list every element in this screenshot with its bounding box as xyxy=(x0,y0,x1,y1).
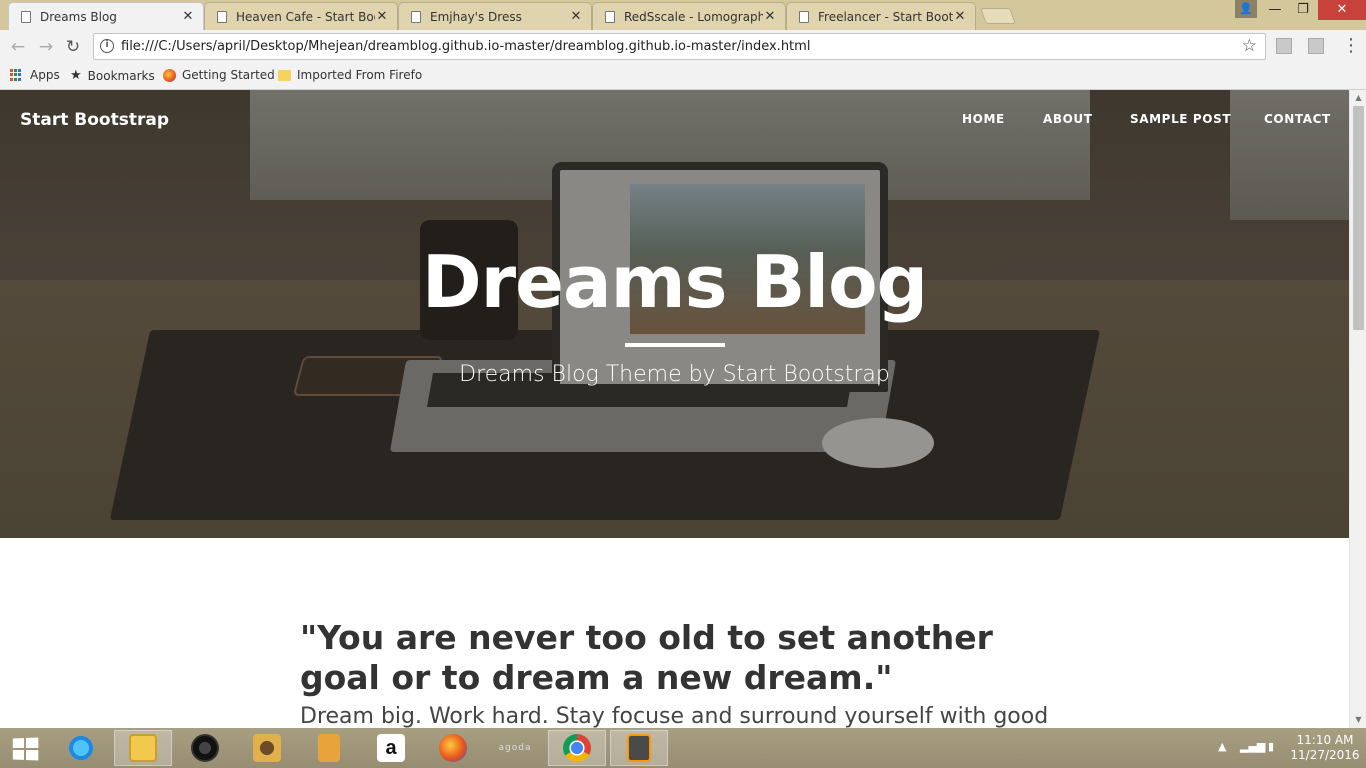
tab-title: Emjhay's Dress xyxy=(430,9,522,24)
tab-dreams-blog[interactable]: Dreams Blog ✕ xyxy=(8,2,204,30)
bookmark-imported[interactable]: Imported From Firefo xyxy=(278,68,422,82)
internet-explorer-icon[interactable] xyxy=(52,730,110,766)
settings-app-icon[interactable] xyxy=(238,730,296,766)
tray-chevron-icon[interactable]: ▲ xyxy=(1218,740,1226,753)
chrome-icon[interactable] xyxy=(548,730,606,766)
tab-strip: Dreams Blog ✕ Heaven Cafe - Start Boot ✕… xyxy=(0,0,1366,30)
tab-close-icon[interactable]: ✕ xyxy=(181,9,195,24)
amazon-icon[interactable]: a xyxy=(362,730,420,766)
post-title[interactable]: "You are never too old to set another go… xyxy=(300,618,1060,698)
tab-heaven-cafe[interactable]: Heaven Cafe - Start Boot ✕ xyxy=(204,2,398,30)
battery-icon[interactable]: ▮ xyxy=(1268,740,1274,753)
document-icon xyxy=(411,10,421,23)
bookmarks-bar: Apps ★ Bookmarks Getting Started Importe… xyxy=(0,64,1366,90)
system-clock[interactable]: 11:10 AM 11/27/2016 xyxy=(1290,733,1360,763)
tab-close-icon[interactable]: ✕ xyxy=(953,9,967,24)
forward-arrow-icon[interactable]: → xyxy=(35,36,57,58)
windows-start-icon[interactable] xyxy=(12,737,39,761)
sublime-text-icon[interactable] xyxy=(610,730,668,766)
tab-close-icon[interactable]: ✕ xyxy=(763,9,777,24)
user-icon[interactable]: 👤 xyxy=(1235,0,1257,18)
extension-icon[interactable] xyxy=(1308,38,1324,54)
tab-title: Heaven Cafe - Start Boot xyxy=(236,9,375,24)
bookmark-bookmarks[interactable]: ★ Bookmarks xyxy=(70,68,155,83)
menu-icon[interactable]: ⋮ xyxy=(1342,35,1360,57)
new-tab-button[interactable] xyxy=(980,8,1016,24)
site-brand[interactable]: Start Bootstrap xyxy=(20,110,169,130)
clock-date: 11/27/2016 xyxy=(1290,748,1360,762)
bookmark-getting-started[interactable]: Getting Started xyxy=(163,68,275,82)
hero-divider xyxy=(625,343,725,347)
bookmark-label: Imported From Firefo xyxy=(297,68,423,82)
firefox-icon xyxy=(163,68,176,82)
window-close-button[interactable]: ✕ xyxy=(1318,0,1366,20)
page-viewport: Start Bootstrap HOME ABOUT SAMPLE POST C… xyxy=(0,90,1349,728)
url-text[interactable]: file:///C:/Users/april/Desktop/Mhejean/d… xyxy=(121,39,810,54)
bookmark-apps[interactable]: Apps xyxy=(10,68,60,82)
firefox-icon[interactable] xyxy=(424,730,482,766)
scroll-up-icon[interactable]: ▲ xyxy=(1350,90,1366,106)
nav-home[interactable]: HOME xyxy=(962,112,1005,126)
network-signal-icon[interactable]: ▂▄▆ xyxy=(1240,740,1265,753)
tab-close-icon[interactable]: ✕ xyxy=(375,9,389,24)
document-icon xyxy=(217,10,227,23)
folder-icon xyxy=(278,69,291,81)
maximize-button[interactable]: ❐ xyxy=(1290,0,1316,20)
apps-grid-icon xyxy=(10,68,23,82)
reload-icon[interactable]: ↻ xyxy=(62,36,84,58)
file-explorer-icon[interactable] xyxy=(114,730,172,766)
bookmark-label: Getting Started xyxy=(182,68,275,82)
hero-subtitle: Dreams Blog Theme by Start Bootstrap xyxy=(459,362,890,387)
hero-title: Dreams Blog xyxy=(421,240,928,324)
document-icon xyxy=(605,10,615,23)
star-icon: ★ xyxy=(70,68,82,83)
bookmark-star-icon[interactable]: ☆ xyxy=(1242,36,1257,56)
tab-title: RedSscale - Lomography xyxy=(624,9,763,24)
page-scrollbar[interactable]: ▲ ▼ xyxy=(1349,90,1366,728)
tab-title: Dreams Blog xyxy=(40,9,117,24)
tab-redsscale[interactable]: RedSscale - Lomography ✕ xyxy=(592,2,786,30)
tab-close-icon[interactable]: ✕ xyxy=(569,9,583,24)
media-player-icon[interactable] xyxy=(176,730,234,766)
hero-header: Start Bootstrap HOME ABOUT SAMPLE POST C… xyxy=(0,90,1349,538)
browser-toolbar: ← → ↻ i file:///C:/Users/april/Desktop/M… xyxy=(0,30,1366,64)
tab-freelancer[interactable]: Freelancer - Start Bootstr ✕ xyxy=(786,2,976,30)
clock-time: 11:10 AM xyxy=(1296,733,1354,747)
bookmark-label: Bookmarks xyxy=(87,68,155,83)
nav-contact[interactable]: CONTACT xyxy=(1264,112,1331,126)
nav-about[interactable]: ABOUT xyxy=(1043,112,1093,126)
info-icon[interactable]: i xyxy=(100,39,114,53)
scroll-thumb[interactable] xyxy=(1353,106,1364,330)
tab-title: Freelancer - Start Bootstr xyxy=(818,9,953,24)
bookmark-label: Apps xyxy=(30,68,60,82)
back-arrow-icon[interactable]: ← xyxy=(7,36,29,58)
agoda-icon[interactable]: agoda xyxy=(486,730,544,766)
nav-sample-post[interactable]: SAMPLE POST xyxy=(1130,112,1231,126)
address-bar[interactable]: i file:///C:/Users/april/Desktop/Mhejean… xyxy=(93,33,1266,60)
document-icon xyxy=(21,10,31,23)
post-subtitle[interactable]: Dream big. Work hard. Stay focuse and su… xyxy=(300,704,1060,728)
scroll-down-icon[interactable]: ▼ xyxy=(1350,712,1366,728)
taskbar: a agoda ▲ ▂▄▆ ▮ 11:10 AM 11/27/2016 xyxy=(0,728,1366,768)
minimize-button[interactable]: — xyxy=(1262,0,1288,20)
notes-app-icon[interactable] xyxy=(300,730,358,766)
agoda-label: agoda xyxy=(498,743,532,753)
extension-icon[interactable] xyxy=(1276,38,1292,54)
document-icon xyxy=(799,10,809,23)
tab-emjhays-dress[interactable]: Emjhay's Dress ✕ xyxy=(398,2,592,30)
